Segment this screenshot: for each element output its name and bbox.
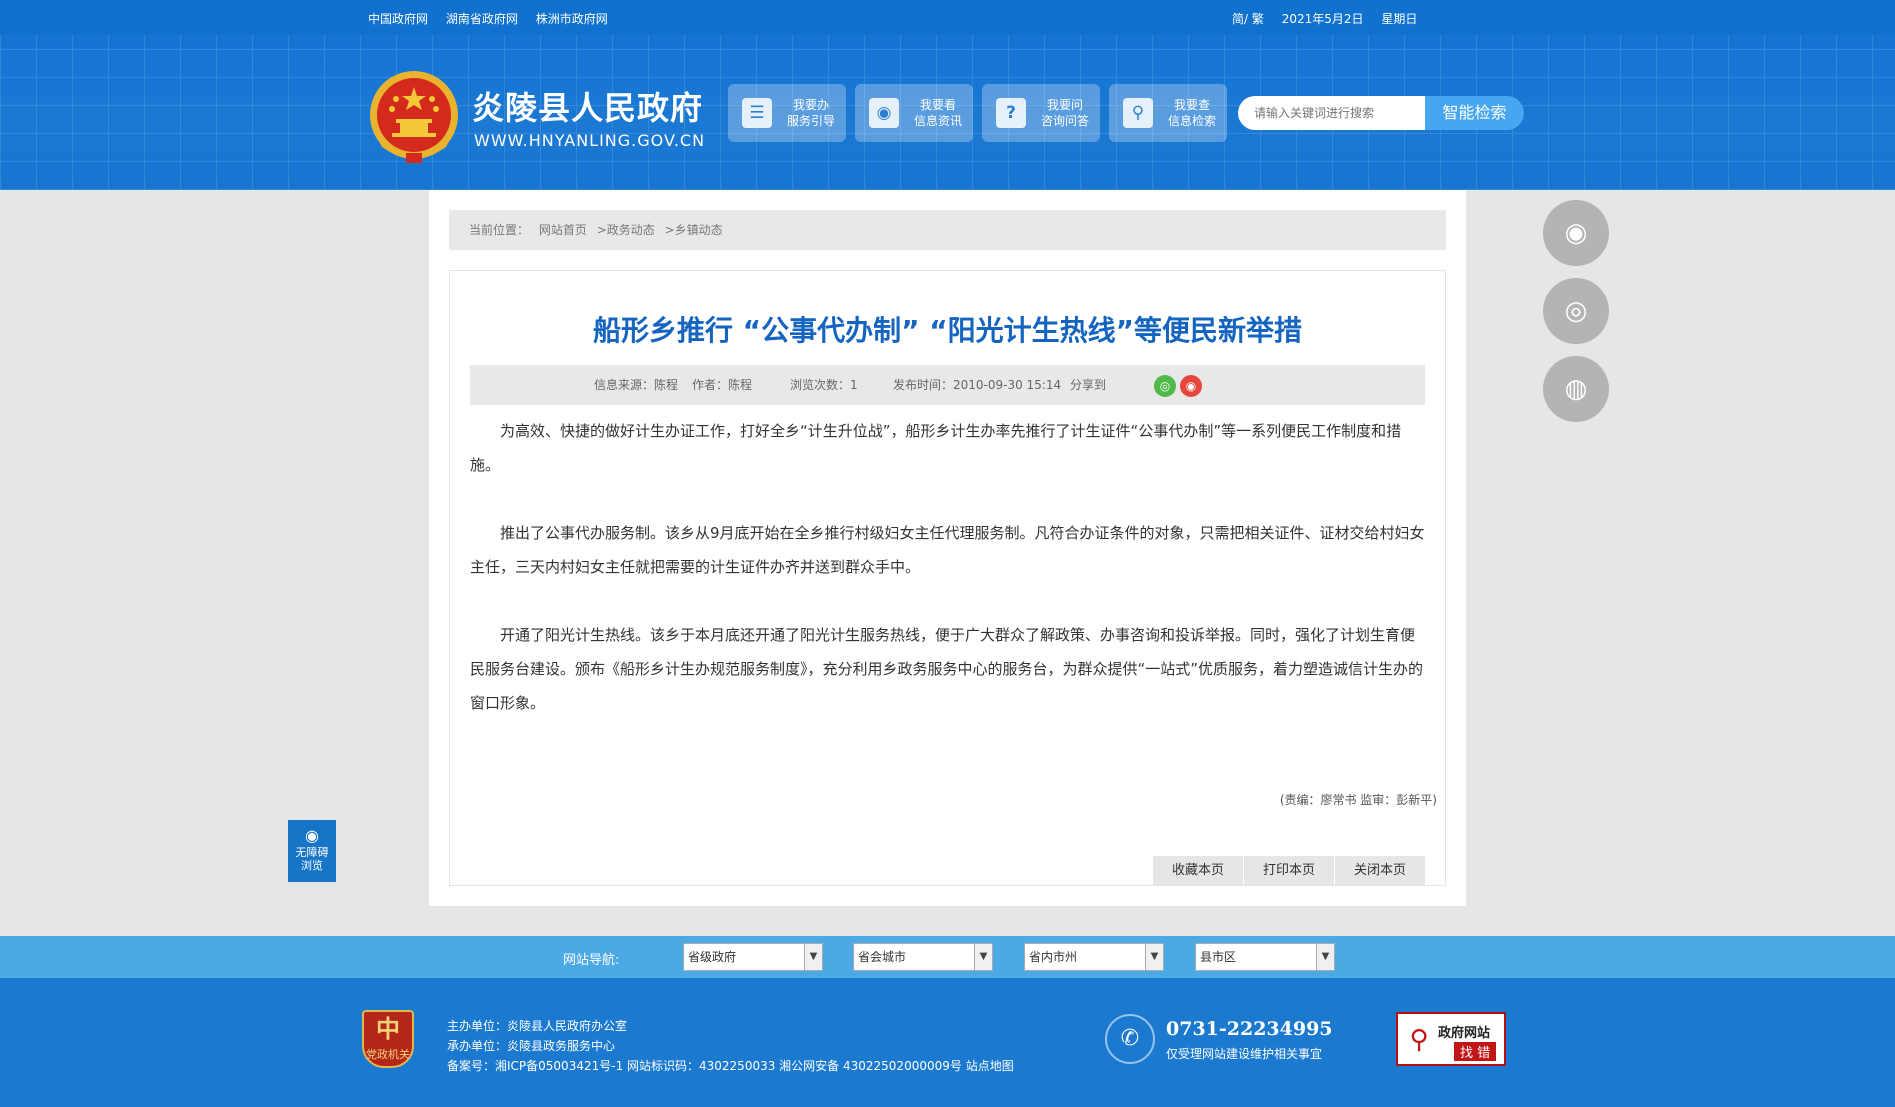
smart-search-button[interactable]: 智能检索 [1425,96,1524,130]
article-paragraph: 为高效、快捷的做好计生办证工作，打好全乡“计生升位战”，船形乡计生办率先推行了计… [470,422,1402,474]
top-link-gov[interactable]: 中国政府网 [368,12,428,26]
chevron-down-icon: ▼ [804,944,822,970]
nav-button-line1: 我要查 [1173,98,1210,112]
float-wechat-icon[interactable]: ◎ [1543,278,1609,344]
footer-undertaker: 承办单位：炎陵县政务服务中心 [447,1039,616,1053]
select-value: 省内市州 [1029,950,1078,964]
nav-button-service-guide[interactable]: ☰ 我要办 服务引导 [728,84,846,142]
main-content: 当前位置： 网站首页 >政务动态 >乡镇动态 船形乡推行 “公事代办制” “阳光… [429,190,1466,906]
footer-record: 备案号：湘ICP备05003421号-1 网站标识码：4302250033 湘公… [447,1059,1014,1073]
editor-info: (责编：廖常书 监审：彭新平) [1279,793,1437,807]
accessibility-line2: 浏览 [301,859,323,872]
top-right: 简/ 繁 2021年5月2日 星期日 [1232,10,1431,27]
article-body: 为高效、快捷的做好计生办证工作，打好全乡“计生升位战”，船形乡计生办率先推行了计… [470,414,1428,754]
meta-views: 浏览次数：1 [790,378,858,392]
nav-button-line2: 服务引导 [786,114,835,128]
lang-switch[interactable]: 简/ 繁 [1232,12,1264,26]
nav-button-info-search[interactable]: ⚲ 我要查 信息检索 [1109,84,1227,142]
phone-icon: ✆ [1105,1014,1155,1064]
article-meta: 信息来源：陈程 作者：陈程 浏览次数：1 发布时间：2010-09-30 15:… [470,365,1425,405]
article: 船形乡推行 “公事代办制” “阳光计生热线”等便民新举措 信息来源：陈程 作者：… [449,270,1446,886]
wechat-share-icon[interactable]: ◎ [1154,375,1176,397]
nav-button-line1: 我要办 [792,98,829,112]
close-page-button[interactable]: 关闭本页 [1335,856,1425,886]
breadcrumb-label: 当前位置： [469,223,530,237]
meta-published: 发布时间：2010-09-30 15:14 [893,378,1062,392]
select-province-cities[interactable]: 省内市州 ▼ [1024,943,1164,971]
breadcrumb-town-news[interactable]: >乡镇动态 [665,223,723,237]
top-links: 中国政府网 湖南省政府网 株洲市政府网 [368,10,622,27]
document-icon: ☰ [742,98,772,128]
question-icon: ? [996,98,1026,128]
bookmark-page-button[interactable]: 收藏本页 [1153,856,1243,886]
national-emblem-icon[interactable] [366,69,462,169]
select-value: 省级政府 [688,950,737,964]
report-badge-line2: 找 错 [1454,1042,1497,1061]
site-title[interactable]: 炎陵县人民政府 [472,83,703,129]
eye-icon: ◉ [305,826,319,845]
accessibility-line1: 无障碍 [295,846,329,859]
meta-share-label: 分享到 [1070,378,1107,392]
contact-phone-note: 仅受理网站建设维护相关事宜 [1166,1047,1323,1061]
footer-host: 主办单位：炎陵县人民政府办公室 [447,1019,628,1033]
nav-button-line1: 我要看 [919,98,956,112]
nav-button-info-news[interactable]: ◉ 我要看 信息资讯 [855,84,973,142]
footer-info: 主办单位：炎陵县人民政府办公室 承办单位：炎陵县政务服务中心 备案号：湘ICP备… [447,1016,1014,1076]
chevron-down-icon: ▼ [1145,944,1163,970]
nav-button-line2: 信息资讯 [913,114,962,128]
search-input[interactable] [1238,96,1425,130]
float-eye-icon[interactable]: ◉ [1543,200,1609,266]
breadcrumb: 当前位置： 网站首页 >政务动态 >乡镇动态 [449,210,1446,250]
article-paragraph: 开通了阳光计生热线。该乡于本月底还开通了阳光计生服务热线，便于广大群众了解政策、… [470,626,1424,712]
select-value: 省会城市 [858,950,907,964]
eye-icon: ◉ [869,98,899,128]
article-title: 船形乡推行 “公事代办制” “阳光计生热线”等便民新举措 [592,314,1303,347]
chevron-down-icon: ▼ [974,944,992,970]
report-badge-line1: 政府网站 [1438,1026,1491,1041]
current-date: 2021年5月2日 [1281,12,1364,26]
select-capital-cities[interactable]: 省会城市 ▼ [853,943,993,971]
select-value: 县市区 [1200,950,1237,964]
site-domain: WWW.HNYANLING.GOV.CN [474,131,706,150]
party-gov-badge-icon[interactable]: 中 党政机关 [362,1010,414,1068]
accessibility-button[interactable]: ◉ 无障碍 浏览 [288,820,336,882]
site-footer: 中 党政机关 主办单位：炎陵县人民政府办公室 承办单位：炎陵县政务服务中心 备案… [0,978,1895,1107]
weibo-share-icon[interactable]: ◉ [1180,375,1202,397]
magnifier-icon: ⚲ [1409,1025,1429,1055]
party-badge-text: 党政机关 [366,1048,410,1061]
nav-button-line2: 信息检索 [1167,114,1216,128]
breadcrumb-gov-news[interactable]: >政务动态 [597,223,655,237]
select-provincial-gov[interactable]: 省级政府 ▼ [683,943,823,971]
float-weibo-icon[interactable]: ◍ [1543,356,1609,422]
nav-button-line1: 我要问 [1046,98,1083,112]
article-actions: 收藏本页 打印本页 关闭本页 [1152,856,1425,886]
site-header: 炎陵县人民政府 WWW.HNYANLING.GOV.CN ☰ 我要办 服务引导 … [0,35,1895,190]
footer-nav: 网站导航: 省级政府 ▼ 省会城市 ▼ 省内市州 ▼ 县市区 ▼ [0,936,1895,978]
breadcrumb-home[interactable]: 网站首页 [539,223,587,237]
top-bar: 中国政府网 湖南省政府网 株洲市政府网 简/ 繁 2021年5月2日 星期日 [0,0,1895,35]
search-icon: ⚲ [1123,98,1153,128]
nav-button-qa[interactable]: ? 我要问 咨询问答 [982,84,1100,142]
current-weekday: 星期日 [1381,12,1418,26]
meta-source: 信息来源：陈程 [594,378,679,392]
footer-nav-label: 网站导航: [563,953,620,968]
top-link-hunan[interactable]: 湖南省政府网 [446,12,518,26]
select-counties[interactable]: 县市区 ▼ [1195,943,1335,971]
nav-button-line2: 咨询问答 [1040,114,1089,128]
contact-phone: 0731-22234995 [1166,1018,1333,1040]
chevron-down-icon: ▼ [1316,944,1334,970]
top-link-zhuzhou[interactable]: 株洲市政府网 [536,12,608,26]
article-paragraph: 推出了公事代办服务制。该乡从9月底开始在全乡推行村级妇女主任代理服务制。凡符合办… [470,524,1425,576]
report-error-badge[interactable]: ⚲ 政府网站 找 错 [1396,1012,1506,1066]
print-page-button[interactable]: 打印本页 [1244,856,1334,886]
meta-author: 作者：陈程 [692,378,753,392]
